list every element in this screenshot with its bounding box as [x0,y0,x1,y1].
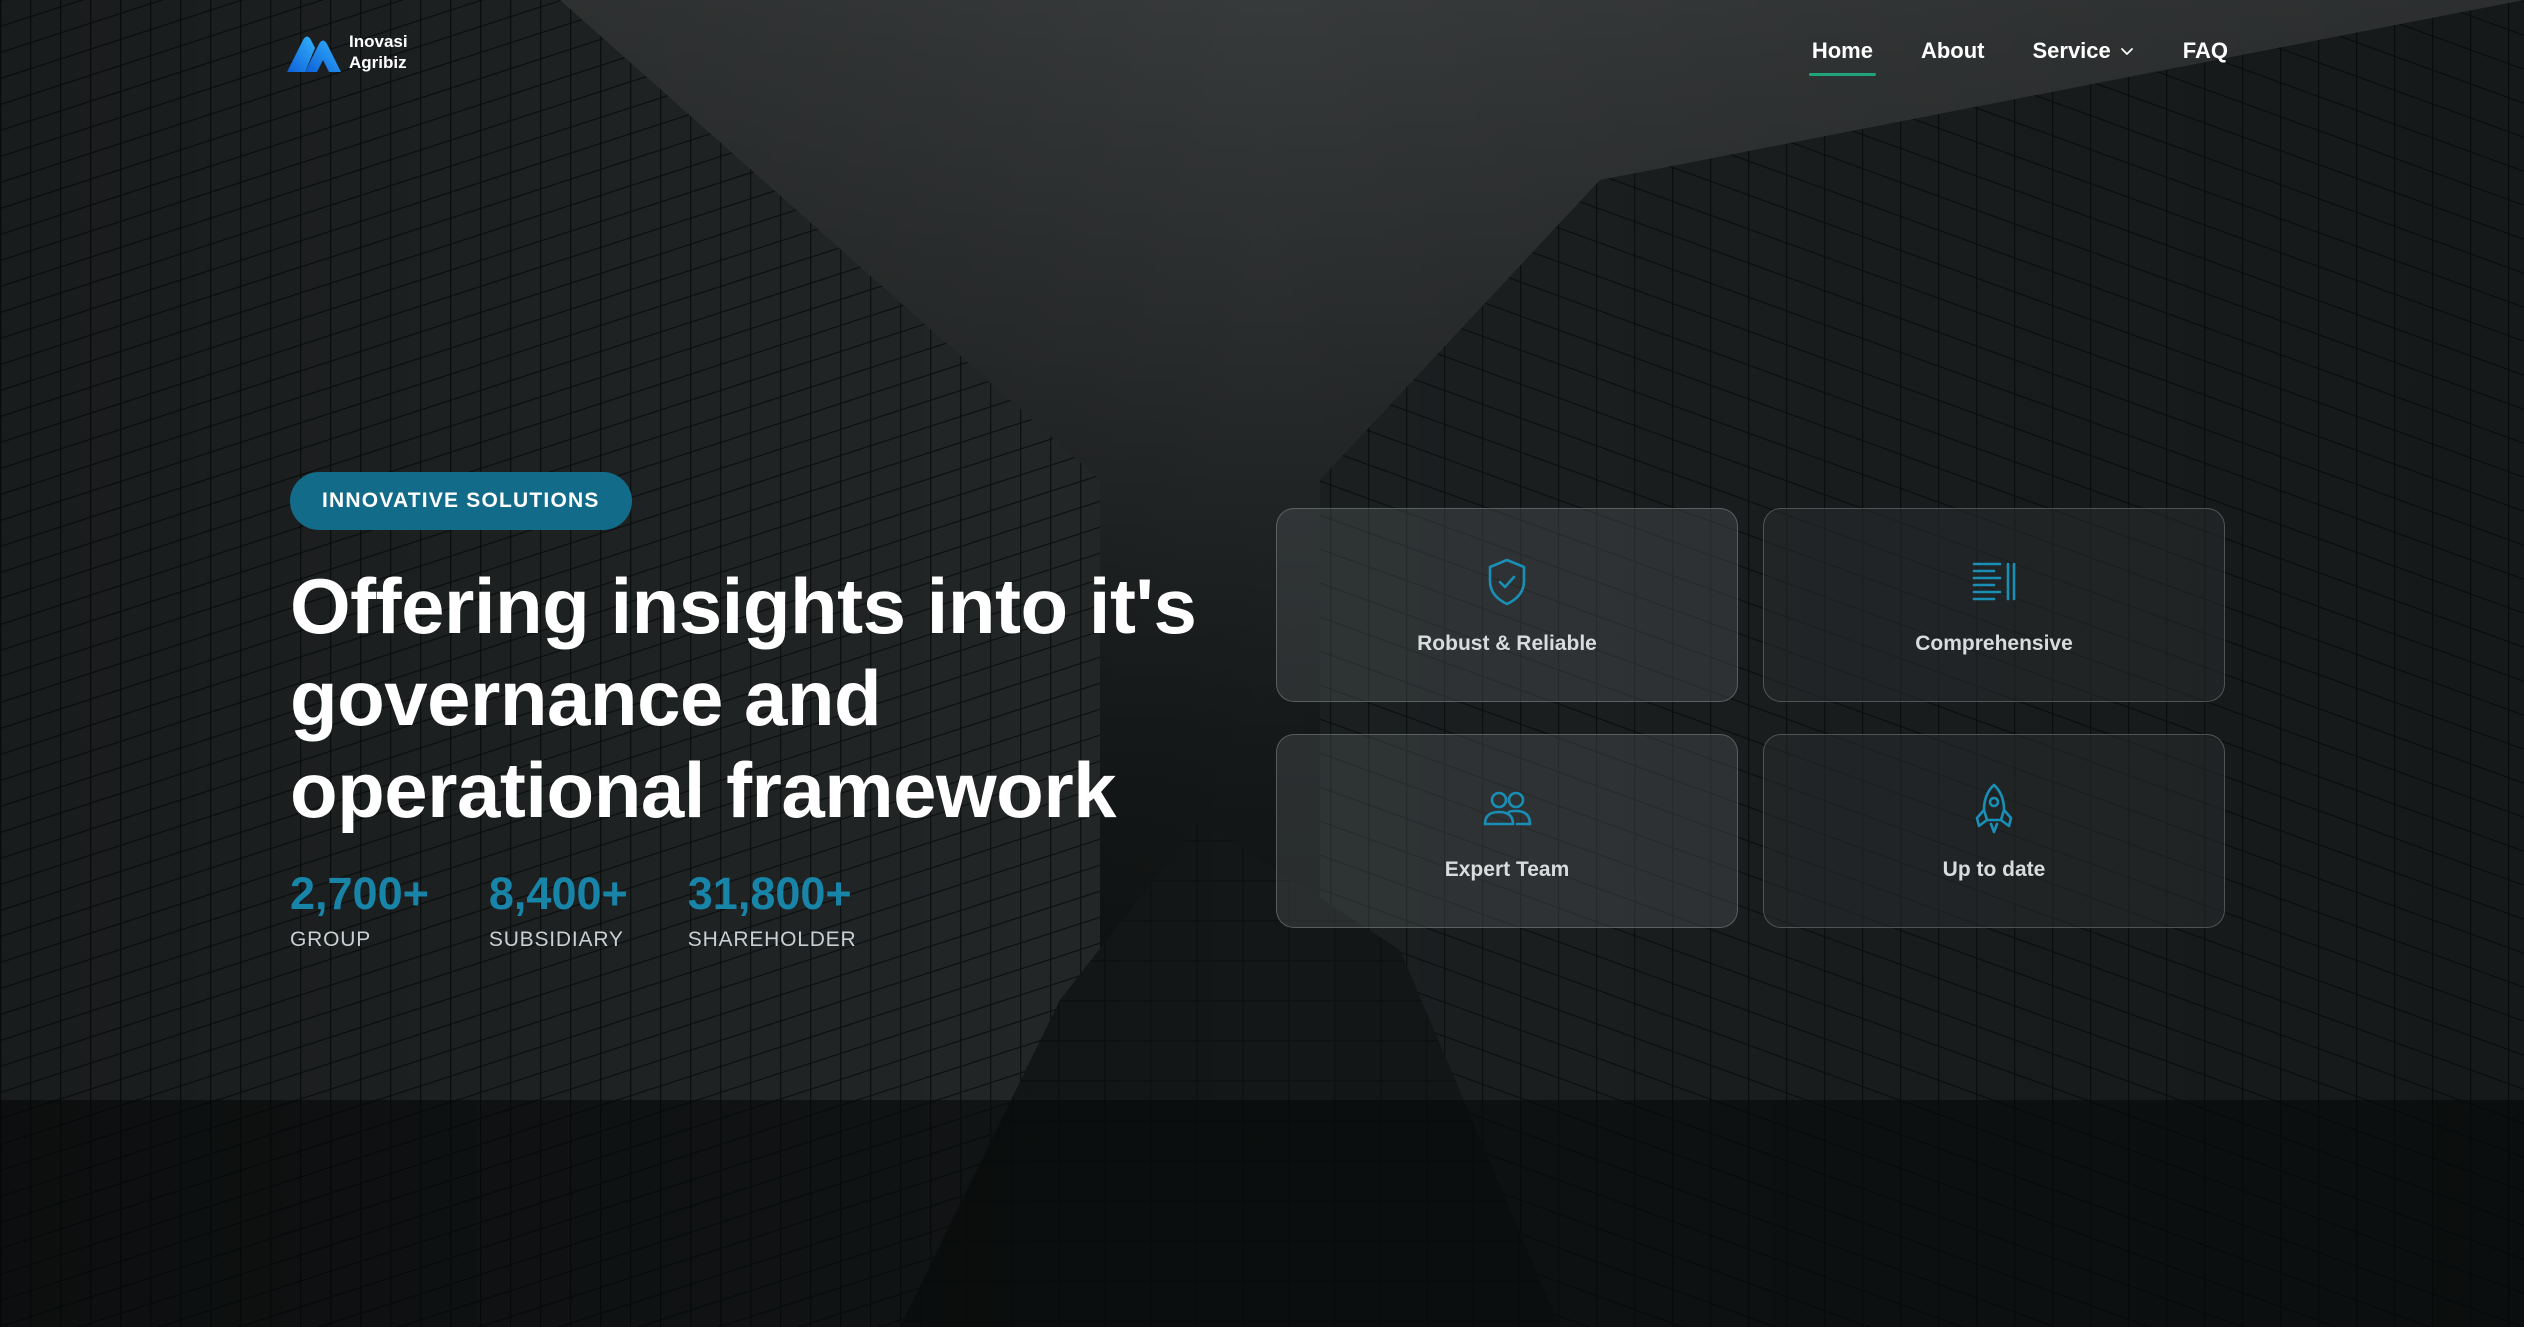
stat-label: GROUP [290,928,372,951]
site-header: Inovasi Agribiz Home About Service FAQ [0,0,2524,110]
stat-value: 31,800+ [687,868,852,919]
hero-stats: 2,700+ GROUP 8,400+ SUBSIDIARY 31,800+ S… [290,868,856,952]
users-icon [1483,791,1532,826]
main-nav: Home About Service FAQ [1808,38,2228,76]
chevron-down-icon [2120,48,2133,55]
list-icon [1972,562,2016,601]
feature-cards: Robust & Reliable Comprehensive Expert T… [1276,508,2226,928]
brand-name-line1: Inovasi [349,32,408,51]
nav-home-label: Home [1811,38,1873,63]
brand-name-line2: Agribiz [349,53,407,72]
stat-group: 2,700+ GROUP [290,868,429,952]
nav-service[interactable]: Service [2032,38,2134,64]
nav-about[interactable]: About [1921,38,1985,64]
rocket-icon [1975,783,2013,834]
stat-value: 8,400+ [488,868,628,919]
stat-label: SHAREHOLDER [687,928,857,951]
feature-card-label: Expert Team [1444,858,1570,881]
landing-page: Inovasi Agribiz Home About Service FAQ I… [0,0,2524,1327]
hero-headline: Offering insights into it's governance a… [290,562,1197,834]
feature-card-expert-team[interactable]: Expert Team [1276,734,1738,928]
stat-value: 2,700+ [290,868,429,919]
nav-about-label: About [1920,38,1985,63]
feature-card-label: Robust & Reliable [1417,632,1597,655]
hero-badge: INNOVATIVE SOLUTIONS [290,472,632,530]
feature-card-label: Comprehensive [1915,632,2073,655]
feature-card-comprehensive[interactable]: Comprehensive [1763,508,2225,702]
stat-shareholder: 31,800+ SHAREHOLDER [688,868,857,952]
brand-name: Inovasi Agribiz [349,31,408,73]
feature-card-robust[interactable]: Robust & Reliable [1276,508,1738,702]
brand-logo-icon [287,36,341,72]
nav-service-label: Service [2032,38,2111,63]
nav-home[interactable]: Home [1808,38,1877,76]
brand-logo[interactable]: Inovasi Agribiz [285,28,408,76]
shield-check-icon [1488,558,1526,606]
nav-faq-label: FAQ [2182,38,2228,63]
feature-card-label: Up to date [1942,858,2046,881]
nav-faq[interactable]: FAQ [2183,38,2228,64]
feature-card-up-to-date[interactable]: Up to date [1763,734,2225,928]
stat-subsidiary: 8,400+ SUBSIDIARY [489,868,628,952]
stat-label: SUBSIDIARY [488,928,624,951]
